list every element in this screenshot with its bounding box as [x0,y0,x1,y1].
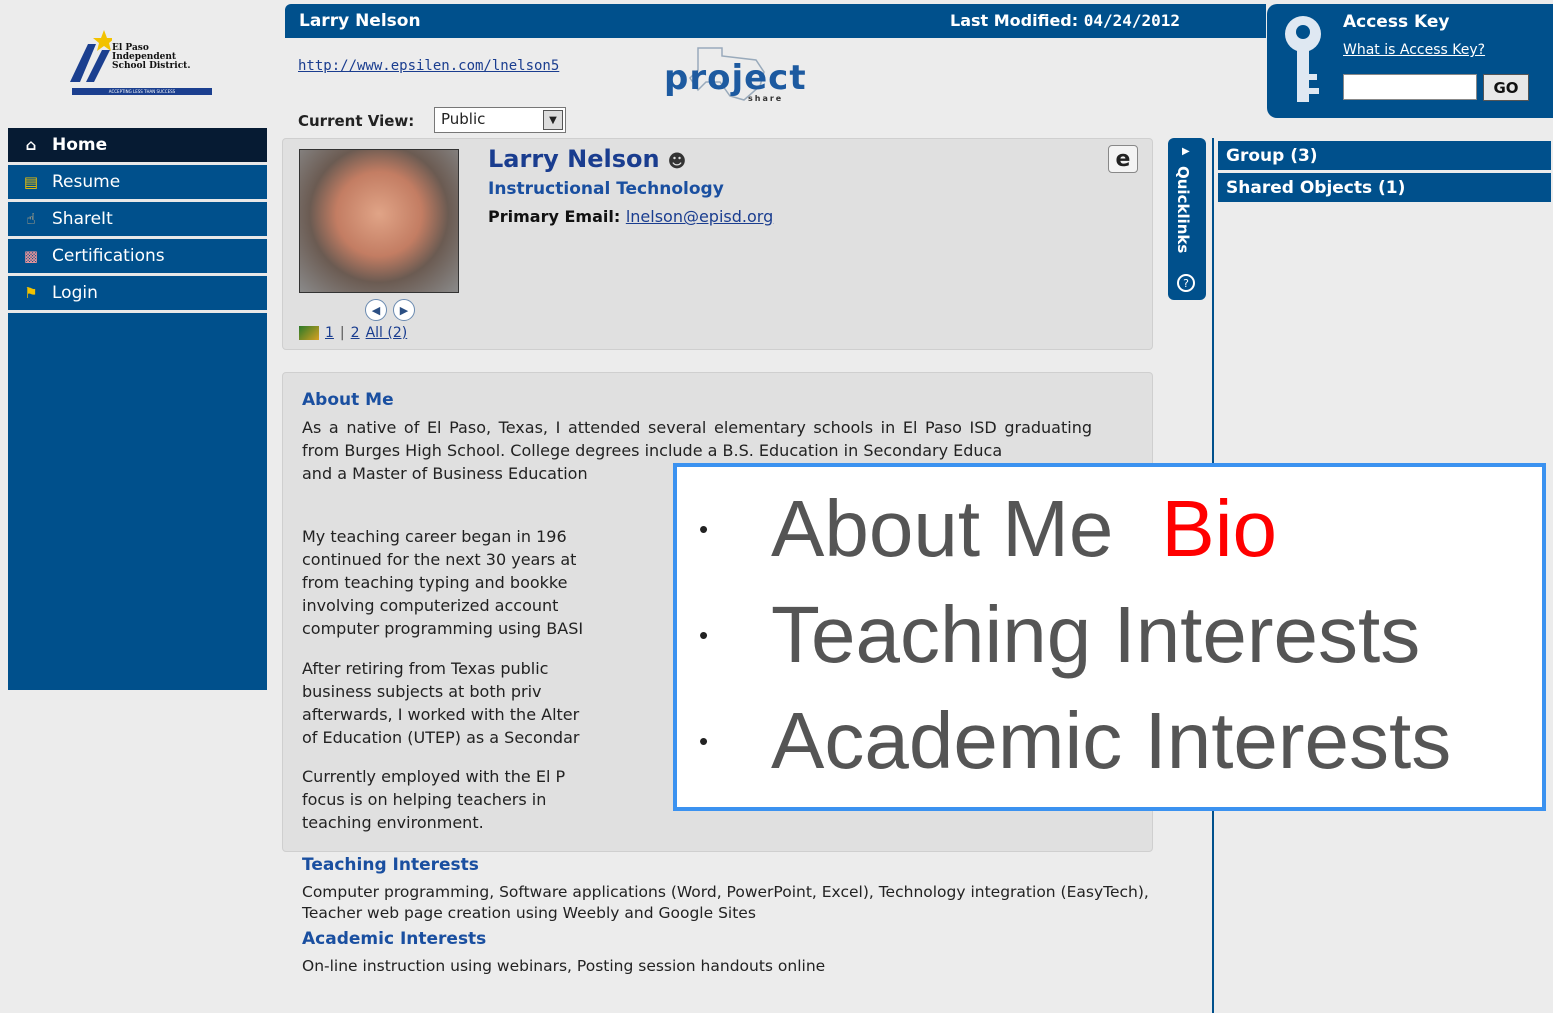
nav-item-label: Login [52,283,98,303]
callout-item-text: Teaching Interests [771,590,1421,679]
epsilen-e-icon[interactable]: e [1108,145,1138,173]
academic-interests-text: On-line instruction using webinars, Post… [302,957,826,975]
callout-item-teaching: • Teaching Interests [699,589,1420,681]
current-view-select[interactable]: Public ▼ [434,107,566,133]
about-p1: As a native of El Paso, Texas, I attende… [302,418,1092,460]
bullet-icon: • [699,619,709,650]
help-circle-icon: ? [1177,274,1195,292]
photo-page-1[interactable]: 1 [325,325,334,341]
access-key-input[interactable] [1343,74,1477,100]
key-icon [1285,16,1321,102]
last-modified: Last Modified: 04/24/2012 [950,11,1180,30]
profile-name-text: Larry Nelson [488,145,660,173]
expand-arrow-icon: ▶ [1182,146,1190,157]
profile-card: ◀ ▶ 1 | 2 All (2) Larry Nelson ☻ Instruct… [282,138,1153,350]
brand-word: project [664,58,807,98]
nav-item-resume[interactable]: ▤ Resume [8,165,267,202]
nav-item-label: Certifications [52,246,165,266]
teaching-interests-text: Computer programming, Software applicati… [302,883,1149,922]
nav-item-label: Resume [52,172,121,192]
email-label: Primary Email: [488,207,621,226]
logo-line-3: School District. [112,61,191,71]
current-view-value: Public [441,110,486,128]
header-name: Larry Nelson [299,11,421,31]
about-p4-line: teaching environment. [302,813,484,832]
bullet-icon: • [699,513,709,544]
nav-item-label: Home [52,135,108,155]
certificate-icon: ▩ [23,247,39,265]
bullet-icon: • [699,725,709,756]
logo-tagline: ACCEPTING LESS THAN SUCCESS [72,88,212,95]
profile-department: Instructional Technology [488,179,724,199]
quicklinks-label: Quicklinks [1174,166,1192,254]
nav-item-login[interactable]: ⚑ Login [8,276,267,313]
house-icon: ⌂ [25,136,37,154]
teaching-interests-title: Teaching Interests [302,855,479,875]
what-is-access-key-link[interactable]: What is Access Key? [1343,42,1485,58]
photo-prev-icon[interactable]: ◀ [365,299,387,321]
profile-header-bar: Larry Nelson Last Modified: 04/24/2012 [285,4,1266,38]
hand-share-icon: ☝ [26,210,36,228]
callout-item-academic: • Academic Interests [699,695,1451,787]
login-icon: ⚑ [24,284,38,302]
callout-item-text: Academic Interests [771,696,1452,785]
go-button[interactable]: GO [1483,74,1529,101]
district-star-icon [70,30,112,82]
photo-next-icon[interactable]: ▶ [393,299,415,321]
email-link[interactable]: lnelson@episd.org [626,207,773,226]
bullet-callout-box: • About Me Bio • Teaching Interests • Ac… [673,463,1546,811]
access-key-panel: Access Key What is Access Key? GO [1267,4,1553,118]
district-logo: El Paso Independent School District. ACC… [66,30,214,100]
user-badge-icon: ☻ [667,151,687,172]
quicklinks-tab[interactable]: ▶ Quicklinks ? [1168,138,1206,300]
photo-page-separator: | [339,325,345,341]
shared-objects-box[interactable]: Shared Objects (1) [1218,173,1551,202]
academic-interests-title: Academic Interests [302,929,487,949]
photo-nav: ◀ ▶ [365,299,415,321]
access-key-title: Access Key [1343,12,1450,32]
photo-thumbnail-icon [299,326,319,340]
callout-highlight: Bio [1161,484,1278,573]
last-modified-date: 04/24/2012 [1083,11,1181,30]
profile-name: Larry Nelson ☻ [488,145,686,173]
nav-item-shareit[interactable]: ☝ ShareIt [8,202,267,239]
profile-email: Primary Email: lnelson@episd.org [488,207,773,226]
project-share-logo: project share [660,42,806,104]
callout-item-about-me: • About Me Bio [699,483,1277,575]
brand-sub: share [748,94,784,103]
resume-icon: ▤ [23,173,39,191]
profile-photo [299,149,459,293]
dropdown-arrow-icon[interactable]: ▼ [543,110,563,130]
photo-page-2[interactable]: 2 [351,325,360,341]
group-box[interactable]: Group (3) [1218,141,1551,170]
photo-page-all[interactable]: All (2) [366,325,408,341]
callout-item-text: About Me [771,484,1114,573]
nav-item-label: ShareIt [52,209,113,229]
about-p1b: and a Master of Business Education [302,464,588,483]
current-view-label: Current View: [298,112,415,130]
about-me-title: About Me [302,390,394,410]
last-modified-label: Last Modified: [950,11,1079,30]
photo-pages: 1 | 2 All (2) [299,325,407,341]
nav-item-home[interactable]: ⌂ Home [8,128,267,165]
nav-item-certifications[interactable]: ▩ Certifications [8,239,267,276]
profile-url-link[interactable]: http://www.epsilen.com/lnelson5 [298,58,559,74]
left-nav: ⌂ Home ▤ Resume ☝ ShareIt ▩ Certificatio… [8,128,267,690]
